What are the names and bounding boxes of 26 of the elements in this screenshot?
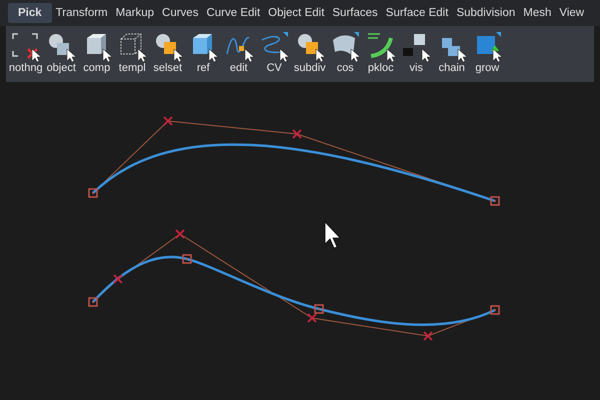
shelf-tool-button[interactable]: object <box>44 30 79 74</box>
shelf-tool-button[interactable]: edit <box>221 30 256 74</box>
shelf-tool-button[interactable]: comp <box>79 30 114 74</box>
shelf-tool-button[interactable]: grow <box>470 30 505 74</box>
menu-tab[interactable]: Markup <box>112 3 158 23</box>
shelf-tool-button[interactable]: vis <box>398 30 434 74</box>
shelf-tool-button[interactable]: templ <box>114 30 150 74</box>
shelf-tool-button[interactable]: nothng <box>8 30 44 74</box>
menu-tab[interactable]: Pick <box>8 3 52 23</box>
shelf-tool-button[interactable]: chain <box>434 30 470 74</box>
menu-tab[interactable]: Surfaces <box>328 3 382 23</box>
shelf-tool-button[interactable]: subdiv <box>292 30 328 74</box>
shelf-tool-button[interactable]: cos <box>328 30 363 74</box>
menu-tab[interactable]: View <box>555 3 588 23</box>
shelf-tool-button[interactable]: CV <box>256 30 292 74</box>
menu-tab[interactable]: Curve Edit <box>202 3 264 23</box>
menu-tab[interactable]: Object Edit <box>264 3 328 23</box>
shelf-tool-button[interactable]: pkloc <box>363 30 398 74</box>
menu-tab[interactable]: Subdivision <box>452 3 520 23</box>
menu-tab[interactable]: Mesh <box>519 3 556 23</box>
menu-tab[interactable]: Curves <box>158 3 202 23</box>
cursor-icon <box>324 220 341 248</box>
menu-tab[interactable]: Surface Edit <box>382 3 452 23</box>
shelf-tool-button[interactable]: selset <box>150 30 186 74</box>
shelf-tool-button[interactable]: ref <box>186 30 221 74</box>
menu-tab[interactable]: Transform <box>52 3 112 23</box>
